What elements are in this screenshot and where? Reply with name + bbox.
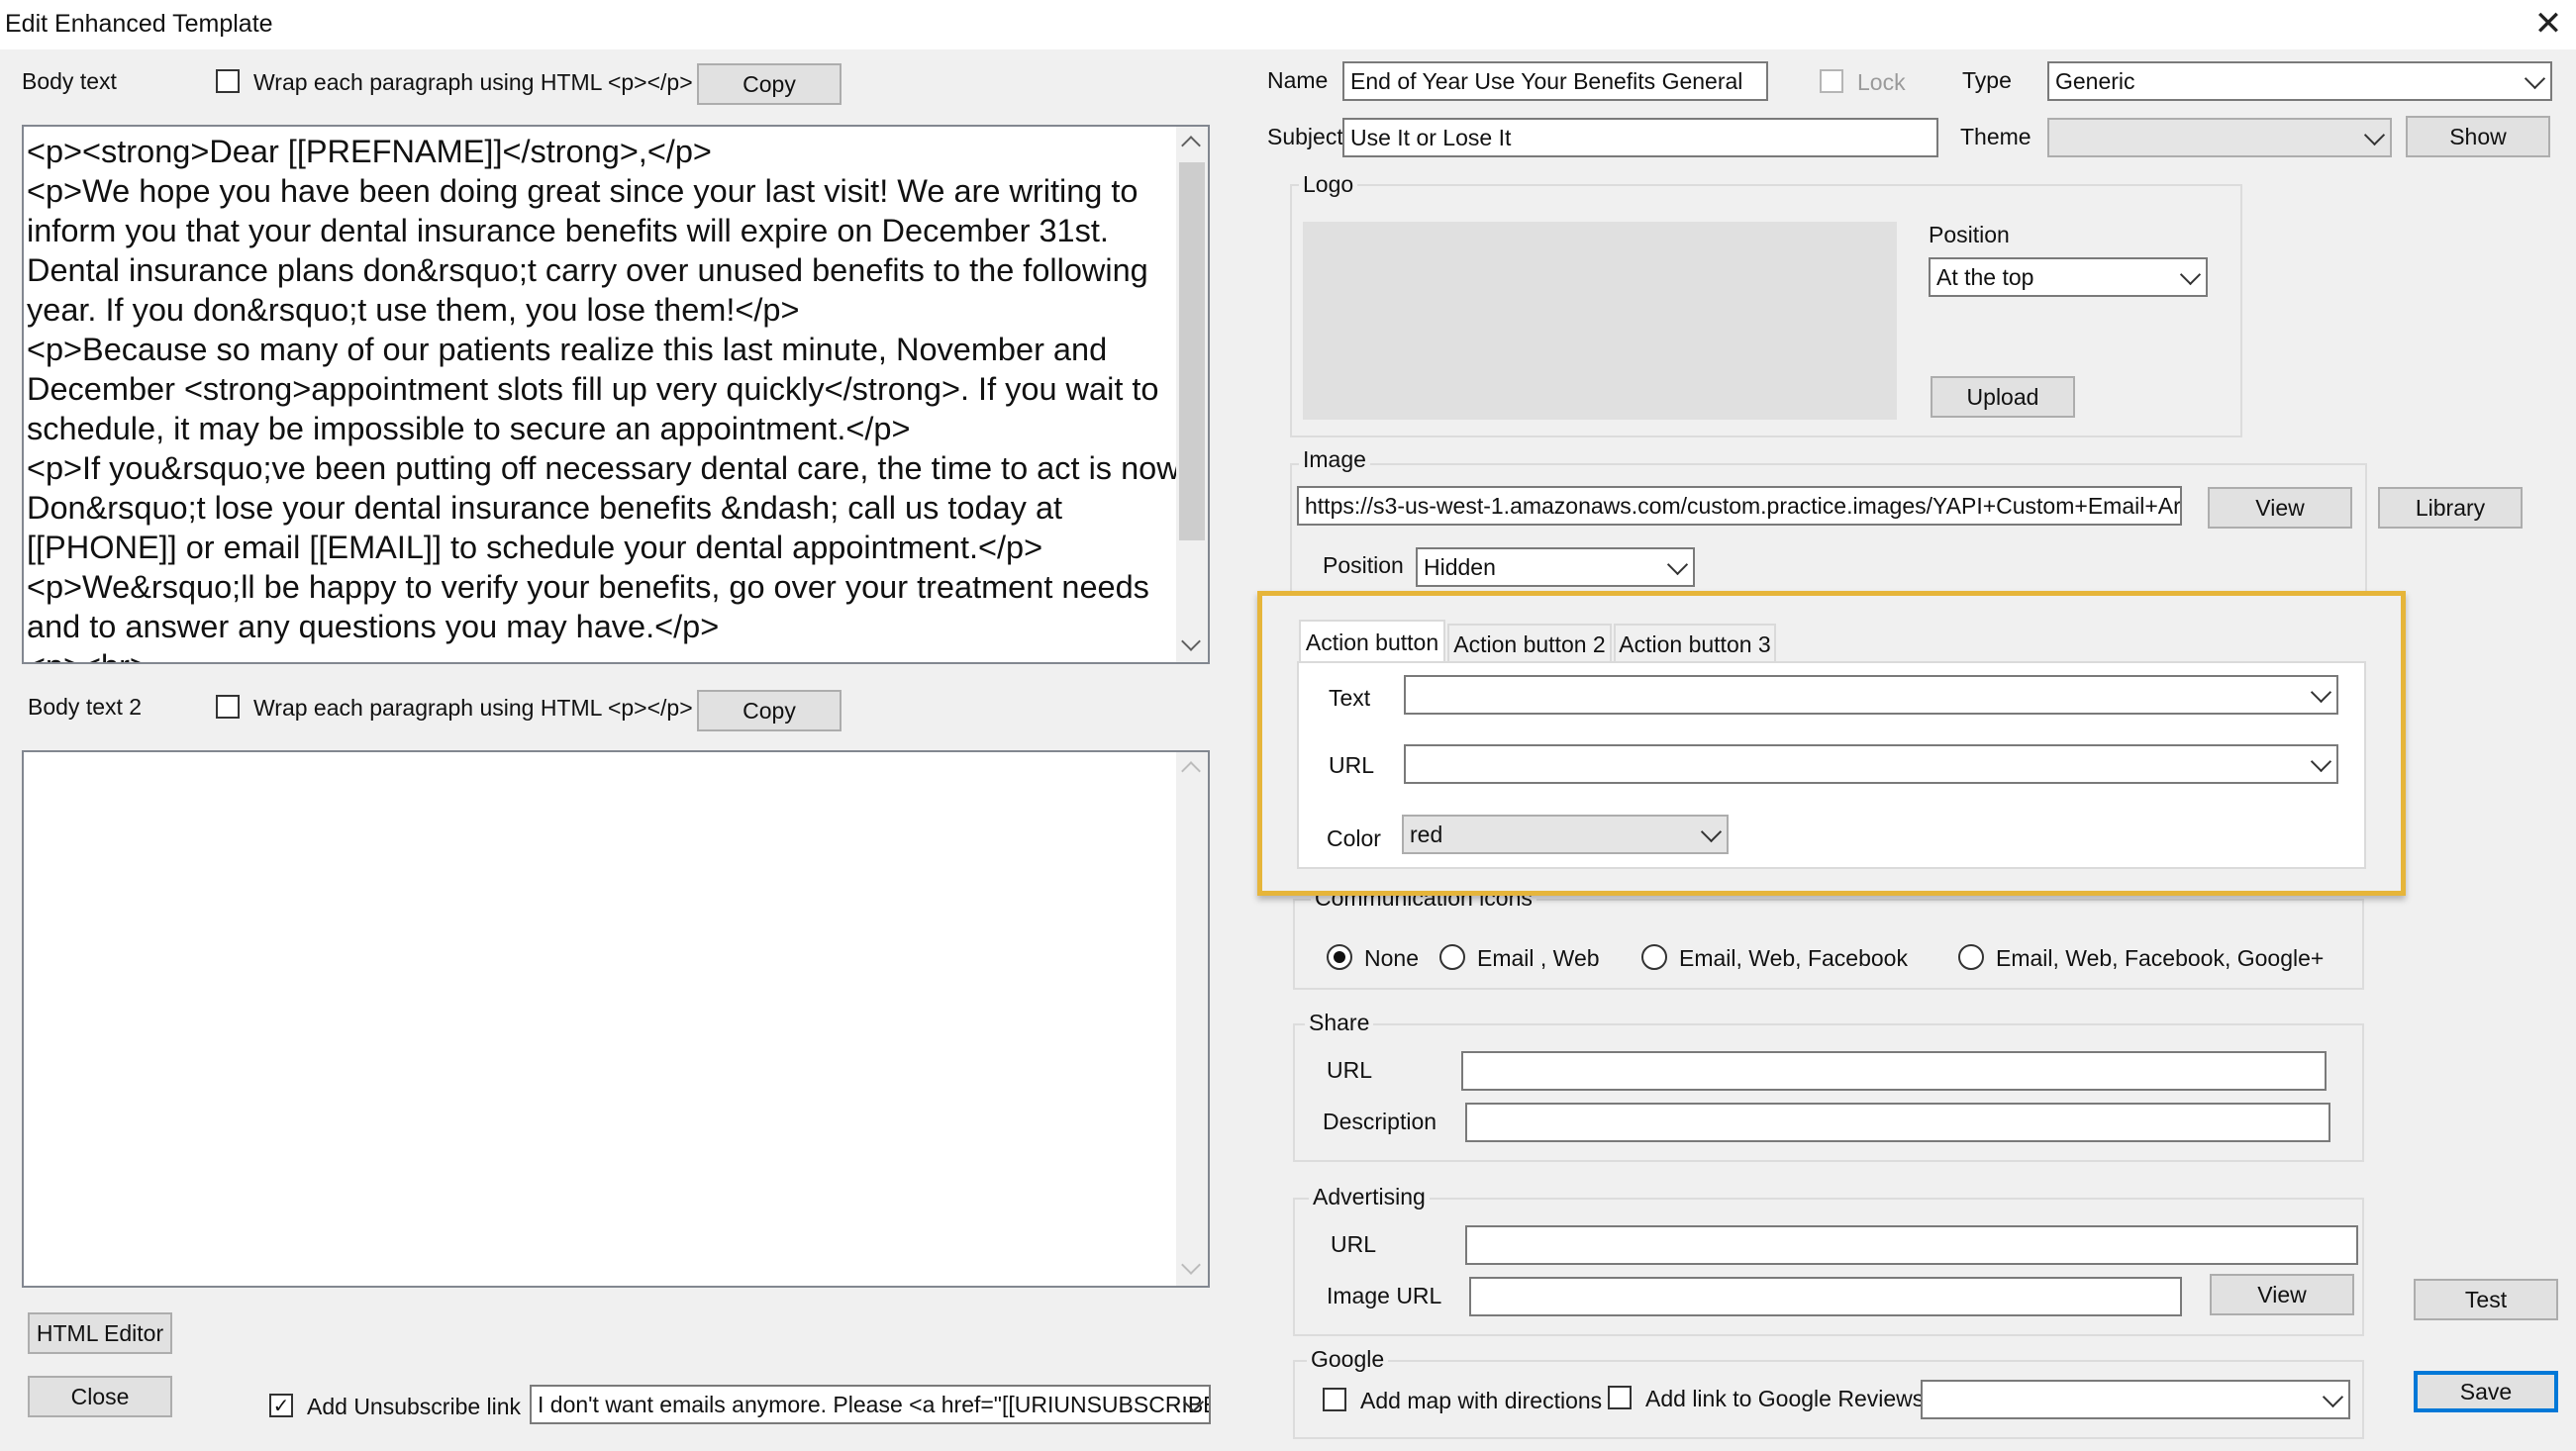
theme-label: Theme xyxy=(1960,124,2031,149)
image-url-input[interactable]: https://s3-us-west-1.amazonaws.com/custo… xyxy=(1297,486,2182,526)
google-reviews-select[interactable] xyxy=(1921,1380,2350,1419)
share-description-label: Description xyxy=(1323,1109,1437,1134)
share-description-input[interactable] xyxy=(1465,1103,2330,1142)
title-bar xyxy=(0,0,2576,49)
chevron-down-icon xyxy=(2322,1386,2344,1408)
logo-upload-button[interactable]: Upload xyxy=(1931,376,2075,418)
chevron-down-icon xyxy=(2179,263,2202,286)
close-window-icon[interactable]: ✕ xyxy=(2530,6,2566,42)
body-text-2-copy-button[interactable]: Copy xyxy=(697,690,842,731)
type-value: Generic xyxy=(2055,67,2135,94)
body-text-wrap-checkbox[interactable] xyxy=(216,69,240,93)
body-text-scrollbar[interactable] xyxy=(1176,127,1208,662)
share-url-label: URL xyxy=(1327,1057,1373,1083)
scroll-up-icon[interactable] xyxy=(1181,136,1201,155)
image-position-select[interactable]: Hidden xyxy=(1416,547,1695,587)
unsubscribe-checkbox[interactable]: ✓ xyxy=(269,1394,293,1417)
comm-icons-option-label: Email , Web xyxy=(1477,945,1600,971)
advertising-group-label: Advertising xyxy=(1309,1186,1430,1209)
share-group-label: Share xyxy=(1305,1012,1374,1034)
theme-show-button[interactable]: Show xyxy=(2406,116,2550,157)
body-text-copy-button[interactable]: Copy xyxy=(697,63,842,105)
unsubscribe-text-value: I don't want emails anymore. Please <a h… xyxy=(538,1391,1211,1417)
action-color-label: Color xyxy=(1327,825,1381,851)
action-url-select[interactable] xyxy=(1404,744,2338,784)
subject-label: Subject xyxy=(1267,124,1343,149)
share-url-input[interactable] xyxy=(1461,1051,2327,1091)
google-map-checkbox[interactable] xyxy=(1323,1388,1346,1411)
logo-position-value: At the top xyxy=(1936,263,2034,290)
advertising-image-url-label: Image URL xyxy=(1327,1283,1442,1308)
comm-icons-radio-email-web[interactable] xyxy=(1439,944,1465,970)
google-reviews-label: Add link to Google Reviews xyxy=(1645,1386,1925,1411)
image-view-button[interactable]: View xyxy=(2208,487,2352,529)
body-text-2-label: Body text 2 xyxy=(28,694,143,720)
body-text-2-editor[interactable] xyxy=(22,750,1210,1288)
advertising-url-input[interactable] xyxy=(1465,1225,2358,1265)
tab-action-button-2[interactable]: Action button 2 xyxy=(1447,624,1612,663)
tab-action-button[interactable]: Action button xyxy=(1299,620,1445,663)
chevron-down-icon xyxy=(2310,750,2332,773)
logo-position-select[interactable]: At the top xyxy=(1929,257,2208,297)
action-text-select[interactable] xyxy=(1404,675,2338,715)
action-color-value: red xyxy=(1410,821,1443,847)
type-label: Type xyxy=(1962,67,2012,93)
scrollbar-thumb[interactable] xyxy=(1179,162,1205,540)
chevron-down-icon xyxy=(1700,821,1723,843)
body-text-2-scrollbar[interactable] xyxy=(1176,752,1208,1286)
chevron-down-icon xyxy=(2524,67,2546,90)
subject-input[interactable]: Use It or Lose It xyxy=(1342,118,1938,157)
chevron-down-icon xyxy=(1666,553,1689,576)
comm-icons-option-label: Email, Web, Facebook xyxy=(1679,945,1908,971)
type-select[interactable]: Generic xyxy=(2047,61,2552,101)
scroll-down-icon[interactable] xyxy=(1181,631,1201,651)
lock-checkbox[interactable] xyxy=(1820,69,1843,93)
logo-preview xyxy=(1303,222,1897,420)
google-group-label: Google xyxy=(1307,1348,1389,1371)
logo-group-label: Logo xyxy=(1299,173,1358,196)
image-library-button[interactable]: Library xyxy=(2378,487,2523,529)
test-button[interactable]: Test xyxy=(2414,1279,2558,1320)
name-label: Name xyxy=(1267,67,1329,93)
advertising-image-url-input[interactable] xyxy=(1469,1277,2182,1316)
html-editor-button[interactable]: HTML Editor xyxy=(28,1312,172,1354)
chevron-down-icon xyxy=(2310,681,2332,704)
window-title: Edit Enhanced Template xyxy=(5,10,273,38)
scroll-up-icon[interactable] xyxy=(1181,761,1201,781)
google-map-label: Add map with directions xyxy=(1360,1388,1603,1413)
save-button[interactable]: Save xyxy=(2414,1371,2558,1412)
action-color-select[interactable]: red xyxy=(1402,815,1729,854)
body-text-label: Body text xyxy=(22,68,117,94)
action-url-label: URL xyxy=(1329,752,1375,778)
name-input[interactable]: End of Year Use Your Benefits General xyxy=(1342,61,1768,101)
google-reviews-checkbox[interactable] xyxy=(1608,1386,1632,1409)
logo-position-label: Position xyxy=(1929,222,2010,247)
theme-select[interactable] xyxy=(2047,118,2392,157)
unsubscribe-text-select[interactable]: I don't want emails anymore. Please <a h… xyxy=(530,1385,1211,1424)
image-group-label: Image xyxy=(1299,448,1370,471)
unsubscribe-label: Add Unsubscribe link xyxy=(307,1394,522,1419)
advertising-url-label: URL xyxy=(1331,1231,1377,1257)
body-text-editor[interactable]: <p><strong>Dear [[PREFNAME]]</strong>,</… xyxy=(22,125,1210,664)
comm-icons-radio-none[interactable] xyxy=(1327,944,1352,970)
image-position-label: Position xyxy=(1323,552,1404,578)
comm-icons-option-label: Email, Web, Facebook, Google+ xyxy=(1996,945,2325,971)
body-text-content[interactable]: <p><strong>Dear [[PREFNAME]]</strong>,</… xyxy=(27,132,1195,662)
tab-action-button-3[interactable]: Action button 3 xyxy=(1614,624,1776,663)
image-position-value: Hidden xyxy=(1424,553,1496,580)
chevron-down-icon xyxy=(2363,124,2386,146)
body-text-2-wrap-label: Wrap each paragraph using HTML <p></p> xyxy=(253,695,693,721)
lock-label: Lock xyxy=(1857,69,1906,95)
comm-icons-radio-email-web-facebook[interactable] xyxy=(1641,944,1667,970)
body-text-wrap-label: Wrap each paragraph using HTML <p></p> xyxy=(253,69,693,95)
close-button[interactable]: Close xyxy=(28,1376,172,1417)
comm-icons-option-label: None xyxy=(1364,945,1419,971)
body-text-2-wrap-checkbox[interactable] xyxy=(216,695,240,719)
advertising-view-button[interactable]: View xyxy=(2210,1274,2354,1315)
comm-icons-radio-email-web-facebook-google[interactable] xyxy=(1958,944,1984,970)
scroll-down-icon[interactable] xyxy=(1181,1255,1201,1275)
action-text-label: Text xyxy=(1329,685,1371,711)
